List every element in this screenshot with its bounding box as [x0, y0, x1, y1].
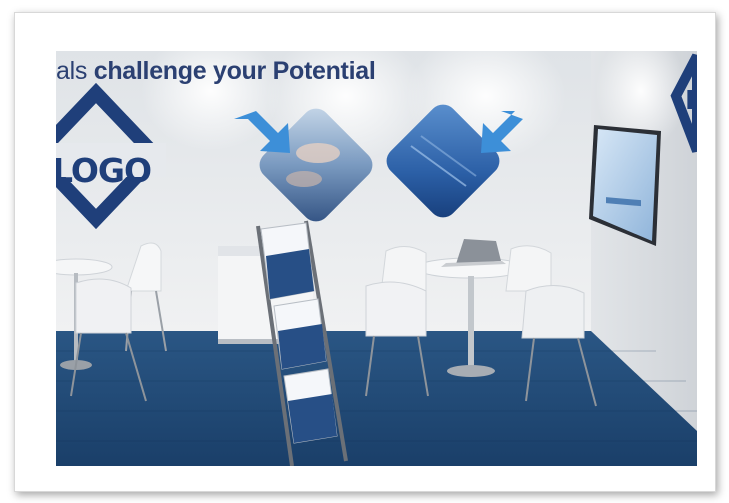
wall-slogan-regular: als: [56, 57, 94, 85]
logo-right-text: LO: [685, 86, 697, 116]
logo-left-text: LOGO: [56, 151, 152, 190]
wall-slogan: als challenge your Potential: [56, 57, 376, 86]
booth-scene: [56, 51, 697, 466]
wall-slogan-bold: challenge your Potential: [93, 57, 376, 85]
exhibition-booth-photo: als challenge your Potential LOGO LO: [56, 51, 697, 466]
